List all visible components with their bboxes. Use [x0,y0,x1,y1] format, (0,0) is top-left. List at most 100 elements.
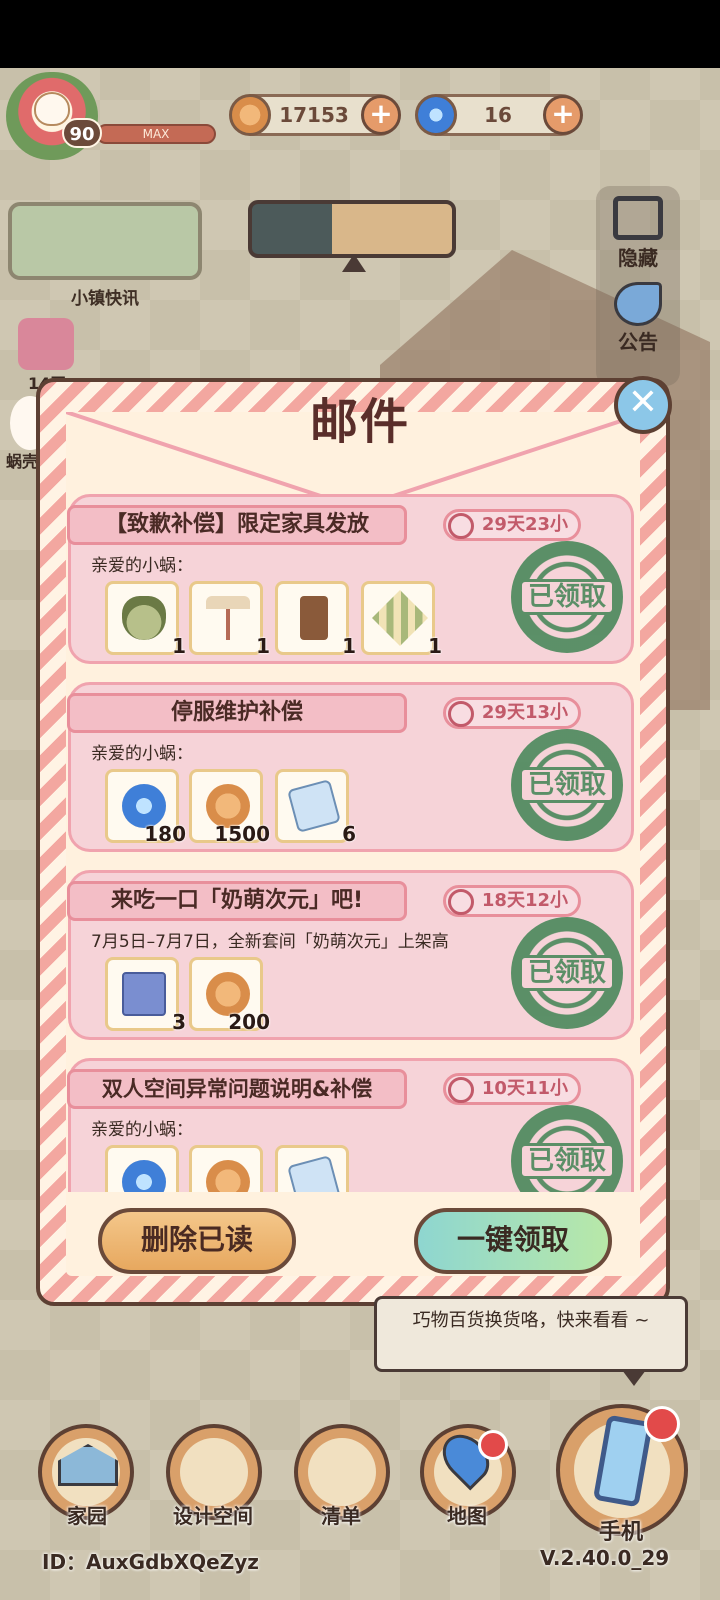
claimed-stamp: 已领取 [511,729,623,841]
add-gems-button[interactable]: + [543,95,583,135]
attachment-item[interactable]: 1 [105,581,186,658]
user-id: ID：AuxGdbXQeZyz [42,1550,259,1574]
mail-item-title: 双人空间异常问题说明&补偿 [67,1069,407,1109]
mail-item-body: 7月5日–7月7日，全新套间「奶萌次元」上架高 [91,932,449,952]
coin-icon [229,94,271,136]
claimed-stamp: 已领取 [511,541,623,653]
mail-timer: 18天12小 [443,885,581,917]
level-number: 90 [62,118,102,148]
mail-item[interactable]: 【致歉补偿】限定家具发放 29天23小 亲爱的小蜗： 1 1 1 1 已领取 [67,494,634,664]
mail-item-body: 亲爱的小蜗： [91,556,193,576]
rug-icon [371,589,429,647]
clock-icon [448,1077,474,1103]
mail-item-title: 来吃一口「奶萌次元」吧! [67,881,407,921]
mail-item[interactable]: 双人空间异常问题说明&补偿 10天11小 亲爱的小蜗： 已领取 [67,1058,634,1192]
attachment-item[interactable] [189,1145,263,1192]
attachment-item[interactable]: 1 [275,581,356,658]
nav-map-label: 地图 [447,1504,487,1528]
ticket-icon [287,1155,341,1192]
attachment-item[interactable] [275,1145,349,1192]
mail-timer: 10天11小 [443,1073,581,1105]
announcement-icon[interactable] [614,282,662,326]
attachment-qty: 3 [172,1010,186,1034]
attachment-item[interactable]: 6 [275,769,356,846]
claimed-stamp: 已领取 [511,917,623,1029]
claimed-stamp-text: 已领取 [527,582,606,612]
mail-timer-text: 29天23小 [481,514,568,535]
app-version: V.2.40.0_29 [540,1546,670,1570]
announcement-label: 公告 [618,330,658,354]
attachment-qty: 1 [428,634,442,658]
attachment-item[interactable]: 3 [105,957,186,1034]
coin-icon [206,1160,250,1192]
mail-item[interactable]: 停服维护补偿 29天13小 亲爱的小蜗： 180 1500 6 已领取 [67,682,634,852]
mail-item[interactable]: 来吃一口「奶萌次元」吧! 18天12小 7月5日–7月7日，全新套间「奶萌次元」… [67,870,634,1040]
weather-pointer-icon [342,254,366,272]
mail-title: 邮件 [309,394,410,450]
claimed-stamp-text: 已领取 [527,958,606,988]
tip-bubble[interactable]: 巧物百货换货咯，快来看看 ~ [374,1296,688,1372]
status-bar [0,0,720,68]
delete-read-button[interactable]: 删除已读 [98,1208,296,1274]
add-coins-button[interactable]: + [361,95,401,135]
close-button[interactable]: ✕ [614,376,672,434]
claim-all-button[interactable]: 一键领取 [414,1208,612,1274]
nav-design-bg [180,1438,248,1506]
attachment-qty: 1 [342,634,356,658]
attachment-qty: 200 [228,1010,270,1034]
gem-icon [415,94,457,136]
attachment-item[interactable] [105,1145,179,1192]
close-icon: ✕ [627,382,659,423]
mail-item-body: 亲爱的小蜗： [91,744,193,764]
tip-tail [622,1370,646,1386]
level-bar: MAX [96,124,216,144]
attachment-item[interactable]: 1 [361,581,442,658]
coin-counter: 17153 + [229,94,401,136]
level-indicator: MAX 90 [62,118,220,148]
attachment-qty: 1 [172,634,186,658]
mail-timer: 29天13小 [443,697,581,729]
town-news-card[interactable] [8,202,202,280]
hide-label: 隐藏 [618,246,658,270]
attachment-item[interactable]: 200 [189,957,270,1034]
phone-notification-dot [644,1406,680,1442]
event-icon[interactable] [18,318,74,370]
map-notification-dot [478,1430,508,1460]
nav-list-label: 清单 [321,1504,361,1528]
mail-item-title: 【致歉补偿】限定家具发放 [67,505,407,545]
beanbag-chair-icon [122,596,166,640]
claimed-stamp-text: 已领取 [527,770,606,800]
gem-icon [122,1160,166,1192]
attachment-qty: 180 [144,822,186,846]
attachment-qty: 1 [256,634,270,658]
ticket-icon [287,779,341,833]
clock-icon [448,513,474,539]
mail-timer-text: 10天11小 [481,1078,568,1099]
attachment-item[interactable]: 1500 [189,769,270,846]
nav-list-bg [308,1438,376,1506]
attachment-qty: 6 [342,822,356,846]
attachment-qty: 1500 [214,822,270,846]
mail-item-body: 亲爱的小蜗： [91,1120,193,1140]
mail-timer-text: 18天12小 [481,890,568,911]
town-news-label: 小镇快讯 [71,289,139,309]
nav-design-label: 设计空间 [173,1504,253,1528]
mail-list[interactable]: 【致歉补偿】限定家具发放 29天23小 亲爱的小蜗： 1 1 1 1 已领取 停… [62,486,642,1192]
attachment-item[interactable]: 180 [105,769,186,846]
hide-frame-icon[interactable] [613,196,663,240]
nav-phone-label: 手机 [598,1520,643,1545]
attachment-item[interactable]: 1 [189,581,270,658]
mail-timer: 29天23小 [443,509,581,541]
clock-icon [448,889,474,915]
nav-home-label: 家园 [67,1504,107,1528]
mail-item-title: 停服维护补偿 [67,693,407,733]
weather-panel[interactable] [248,200,456,258]
gem-value: 16 [484,103,512,127]
clock-icon [448,701,474,727]
coin-value: 17153 [279,103,349,127]
mail-timer-text: 29天13小 [481,702,568,723]
claimed-stamp-text: 已领取 [527,1146,606,1176]
floor-lamp-icon [206,596,250,640]
claimed-stamp: 已领取 [511,1105,623,1192]
blueprint-icon [122,972,166,1016]
